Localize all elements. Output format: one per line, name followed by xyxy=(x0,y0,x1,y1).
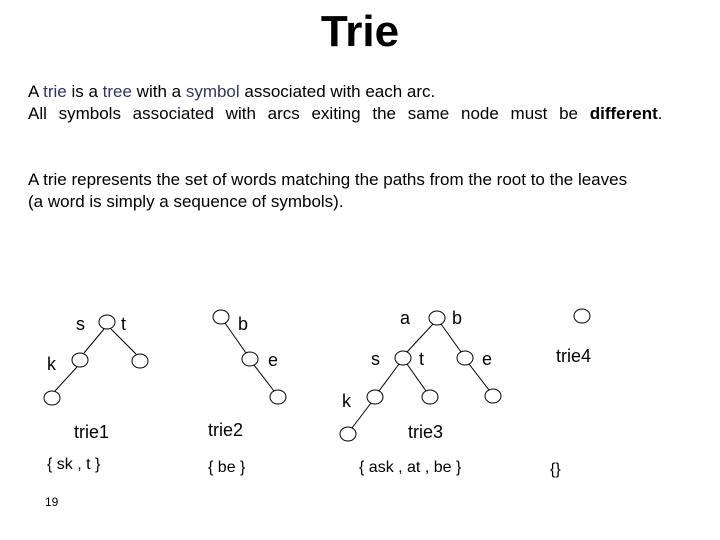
trie2-label-e: e xyxy=(268,350,279,370)
trie2-name: trie2 xyxy=(208,420,244,440)
trie3-label-s: s xyxy=(371,349,380,369)
trie3-node-e xyxy=(484,388,502,404)
trie1-node-k xyxy=(43,390,61,406)
trie2-node-e xyxy=(269,389,287,405)
trie3-label-b: b xyxy=(452,308,463,328)
trie3-word-set: { ask , at , be } xyxy=(359,459,462,476)
trie3-label-k: k xyxy=(342,391,351,411)
trie1-node-s xyxy=(71,352,89,368)
trie2-word-set: { be } xyxy=(208,459,246,476)
trie3-edge-b xyxy=(440,323,462,353)
trie1-root-node xyxy=(98,314,116,330)
trie3-edge-k xyxy=(351,402,372,429)
trie2-root-node xyxy=(212,309,230,325)
trie3-node-k xyxy=(339,426,357,442)
trie3-node-s xyxy=(366,389,384,405)
trie1-edge-k xyxy=(54,366,78,392)
trie3-node-b xyxy=(456,350,474,366)
trie3-edge-a xyxy=(406,323,434,353)
page-number: 19 xyxy=(45,495,59,509)
trie4-name: trie4 xyxy=(556,346,592,366)
trie3-node-a xyxy=(394,350,412,366)
trie2-label-b: b xyxy=(238,314,249,334)
trie2-node-b xyxy=(241,351,259,367)
trie4-root-node xyxy=(573,308,591,324)
trie3-label-e: e xyxy=(482,349,493,369)
trie1-name: trie1 xyxy=(74,422,110,442)
trie3-edge-s xyxy=(378,363,400,392)
trie1-label-t: t xyxy=(121,314,127,334)
trie1-word-set: { sk , t } xyxy=(47,456,101,473)
trie3-name: trie3 xyxy=(408,422,444,442)
trie4-diagram xyxy=(573,308,591,324)
trie3-node-t xyxy=(421,389,439,405)
trie4-word-set: {} xyxy=(550,461,561,478)
trie3-root-node xyxy=(428,310,446,326)
trie1-label-k: k xyxy=(47,354,56,374)
trie3-label-a: a xyxy=(400,308,411,328)
trie1-label-s: s xyxy=(76,314,85,334)
trie1-edge-s xyxy=(83,328,105,354)
trie3-label-t: t xyxy=(419,349,425,369)
trie1-diagram xyxy=(43,314,149,406)
trie1-node-t xyxy=(131,353,149,369)
